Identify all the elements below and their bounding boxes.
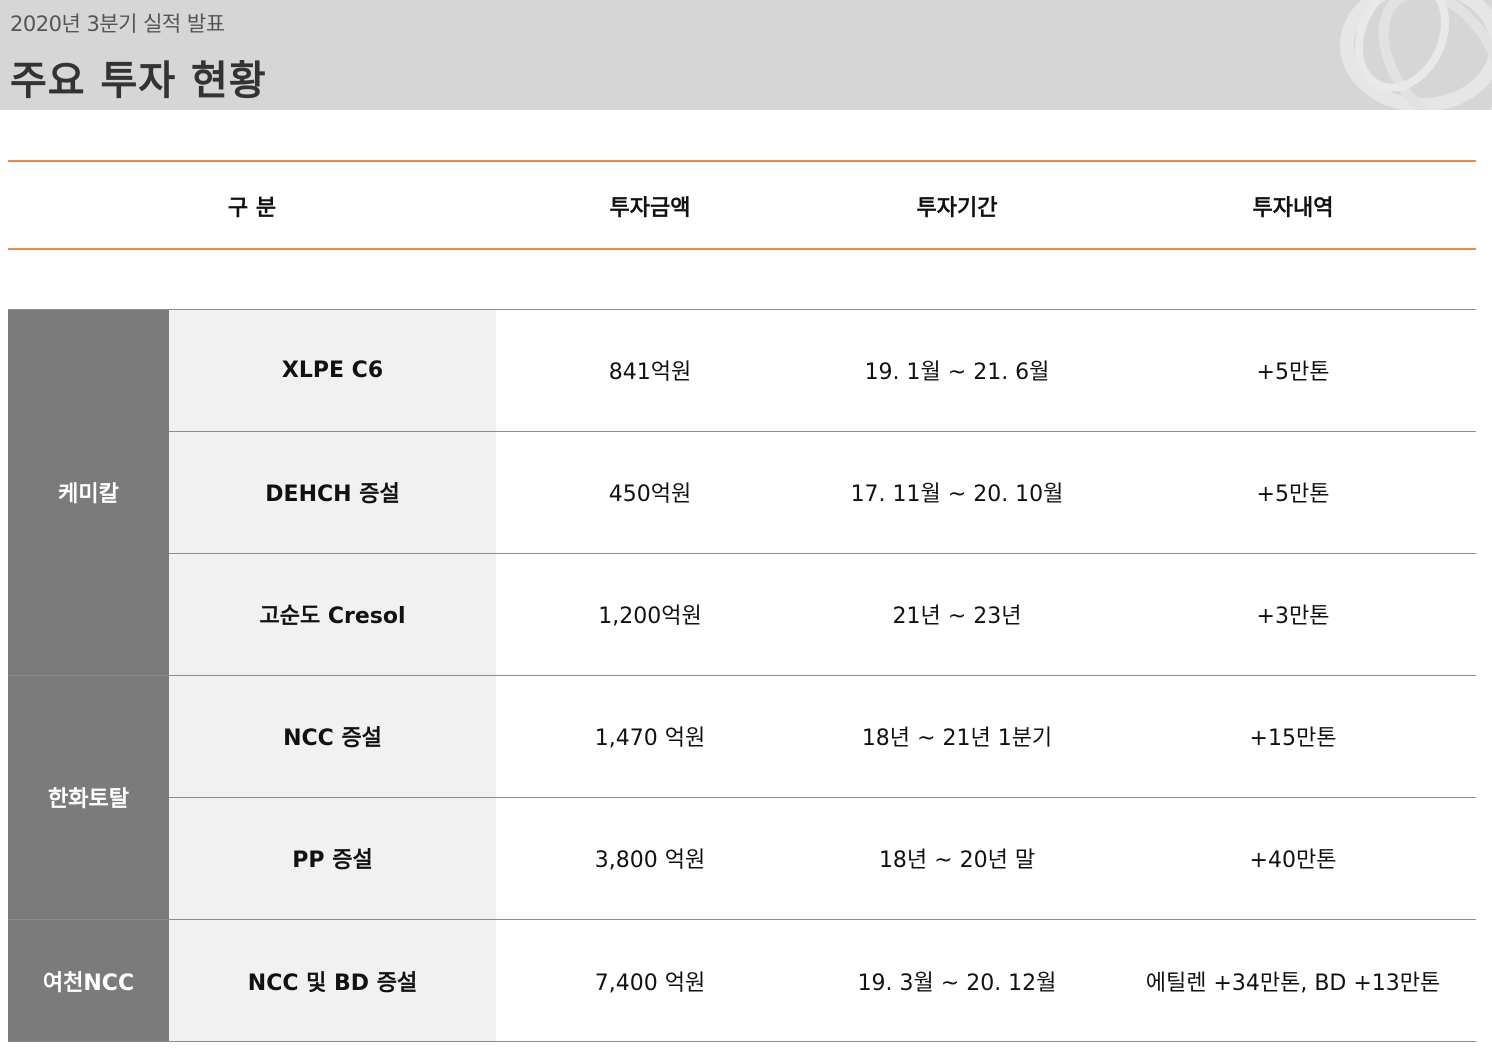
row-amount: 450억원 [608, 482, 692, 507]
table-bottom-border [8, 1041, 1476, 1042]
brand-swirl-logo [1340, 0, 1492, 110]
row-amount: 7,400 억원 [594, 970, 706, 996]
row-detail: 에틸렌 +34만톤, BD +13만톤 [1145, 970, 1441, 996]
col-header-detail: 투자내역 [1252, 196, 1334, 221]
group-divider [8, 919, 1476, 920]
row-amount: 841억원 [608, 360, 692, 385]
col-header-category: 구 분 [227, 196, 277, 221]
header-band: 2020년 3분기 실적 발표 주요 투자 현황 [0, 0, 1492, 110]
row-item: PP 증설 [169, 797, 496, 919]
row-item: 고순도 Cresol [169, 553, 496, 675]
row-detail: +5만톤 [1256, 482, 1330, 507]
row-period: 18년 ~ 21년 1분기 [861, 726, 1053, 751]
row-detail: +40만톤 [1249, 848, 1337, 873]
row-period: 17. 11월 ~ 20. 10월 [850, 482, 1064, 507]
row-item: NCC 증설 [169, 675, 496, 797]
row-period: 18년 ~ 20년 말 [878, 848, 1036, 873]
row-detail: +3만톤 [1256, 604, 1330, 629]
row-detail: +15만톤 [1249, 726, 1337, 751]
header-bottom-rule [8, 248, 1476, 250]
row-divider [169, 553, 1476, 554]
row-item: NCC 및 BD 증설 [169, 919, 496, 1042]
row-amount: 1,200억원 [598, 604, 702, 629]
row-amount: 3,800 억원 [594, 848, 706, 873]
page-title: 주요 투자 현황 [10, 58, 267, 104]
table-top-border [8, 309, 1476, 310]
row-item: DEHCH 증설 [169, 431, 496, 553]
company-cell: 여천NCC [8, 919, 169, 1042]
row-divider [169, 431, 1476, 432]
row-period: 19. 1월 ~ 21. 6월 [864, 360, 1050, 385]
investment-table: 케미칼 한화토탈 여천NCC XLPE C6 841억원 19. 1월 ~ 21… [8, 309, 1476, 1042]
group-divider [8, 675, 1476, 676]
row-period: 21년 ~ 23년 [892, 604, 1022, 629]
row-detail: +5만톤 [1256, 360, 1330, 385]
header-top-rule [8, 160, 1476, 162]
company-cell: 케미칼 [8, 309, 169, 675]
col-header-period: 투자기간 [916, 196, 998, 221]
company-cell: 한화토탈 [8, 675, 169, 919]
row-amount: 1,470 억원 [594, 726, 706, 751]
row-period: 19. 3월 ~ 20. 12월 [857, 970, 1057, 996]
row-divider [169, 797, 1476, 798]
row-item: XLPE C6 [169, 309, 496, 431]
col-header-amount: 투자금액 [609, 196, 691, 221]
report-subtitle: 2020년 3분기 실적 발표 [10, 12, 225, 36]
